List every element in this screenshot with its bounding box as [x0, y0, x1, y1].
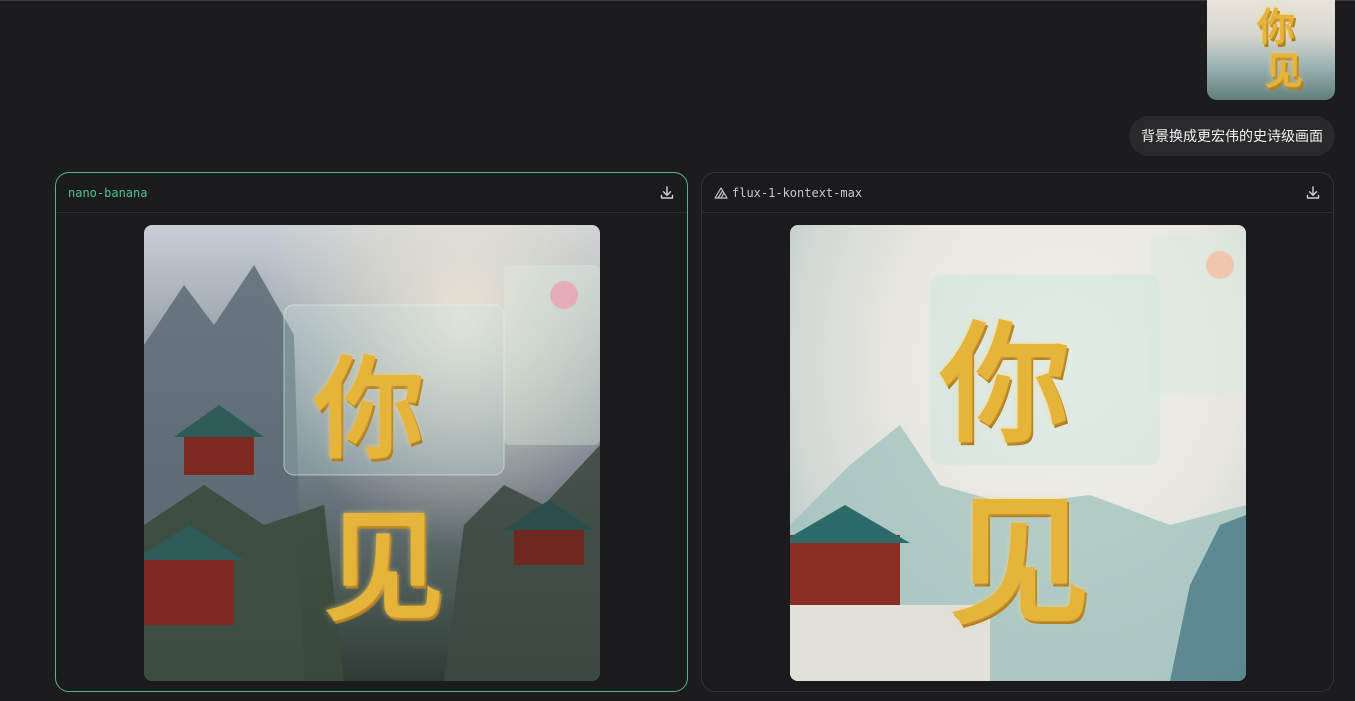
card-header: flux-1-kontext-max [702, 173, 1333, 213]
user-message-text: 背景换成更宏伟的史诗级画面 [1141, 129, 1323, 145]
top-divider [0, 0, 1355, 1]
image-glyph: 你 [314, 345, 424, 474]
generated-image[interactable]: 你 见 [790, 225, 1246, 681]
download-icon[interactable] [659, 185, 675, 201]
uploaded-image-thumbnail[interactable]: 你 见 [1207, 0, 1335, 100]
model-name: nano-banana [68, 185, 148, 200]
generated-image[interactable]: 你 见 [144, 225, 600, 681]
image-glyph: 见 [950, 481, 1091, 645]
image-glyph: 见 [324, 497, 444, 638]
result-card-flux-1-kontext-max[interactable]: flux-1-kontext-max 你 见 [701, 172, 1334, 692]
result-card-nano-banana[interactable]: nano-banana 你 见 [55, 172, 688, 692]
thumbnail-glyph: 见 [1265, 48, 1304, 93]
download-icon[interactable] [1305, 185, 1321, 201]
user-message-bubble: 背景换成更宏伟的史诗级画面 [1129, 116, 1335, 156]
card-header: nano-banana [56, 173, 687, 213]
flux-logo-icon [714, 186, 728, 200]
model-name: flux-1-kontext-max [732, 185, 863, 200]
image-glyph: 你 [940, 308, 1071, 461]
